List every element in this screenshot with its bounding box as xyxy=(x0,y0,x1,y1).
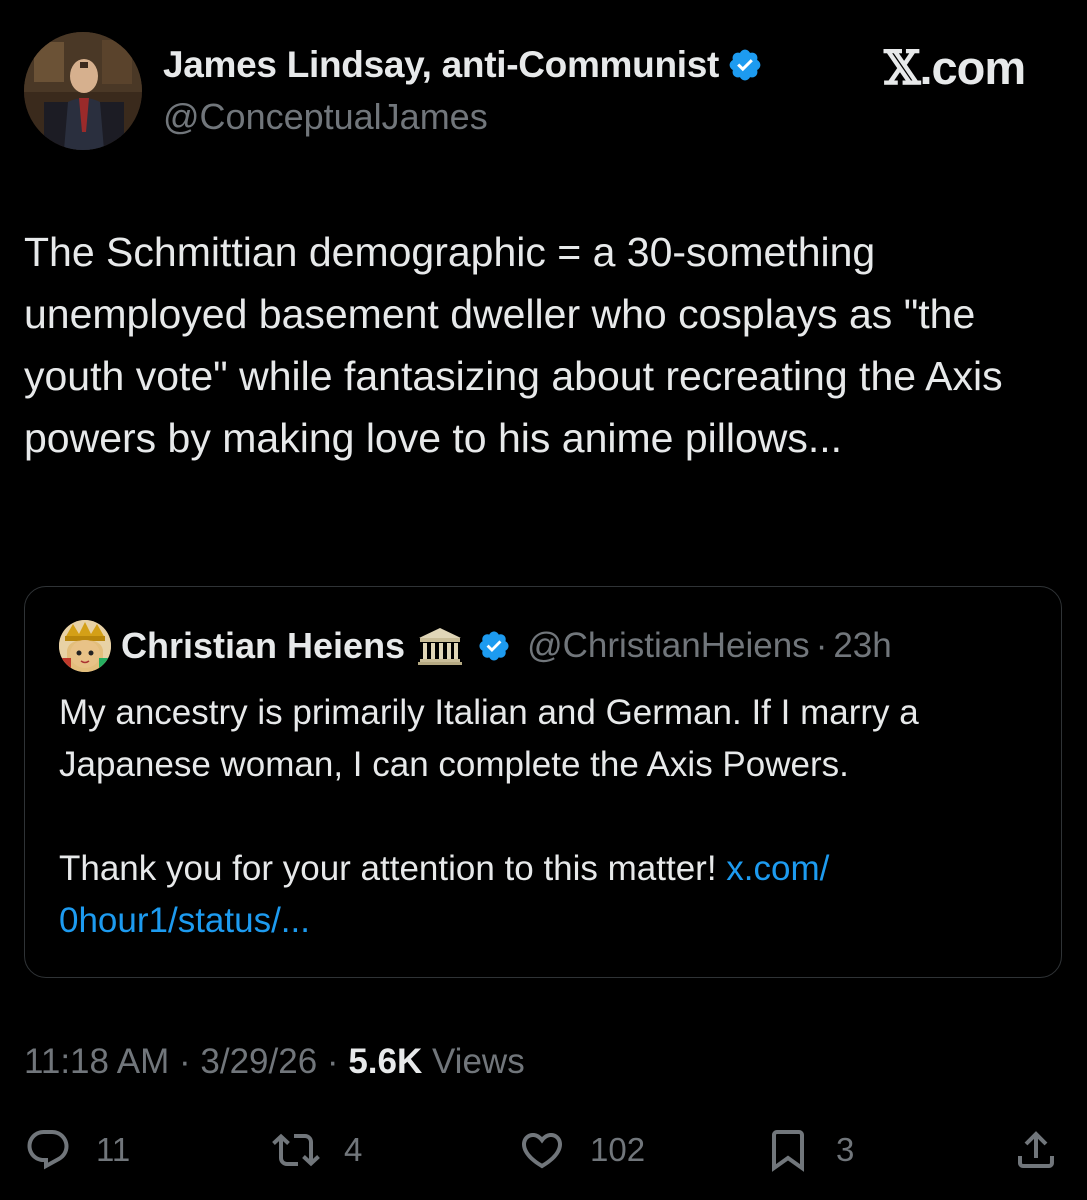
meta-separator-2: · xyxy=(326,1042,339,1081)
bookmark-button[interactable]: 3 xyxy=(764,1126,854,1174)
meta-separator-1: · xyxy=(179,1042,191,1081)
quoted-separator: · xyxy=(815,626,828,665)
x-com-logo: 𝕏.com xyxy=(884,40,1026,96)
author-handle[interactable]: @ConceptualJames xyxy=(163,96,488,138)
share-button[interactable] xyxy=(1012,1126,1060,1174)
author-name-row[interactable]: James Lindsay, anti-Communist xyxy=(163,44,763,86)
like-button[interactable]: 102 xyxy=(518,1126,645,1174)
quoted-text-paragraph-2: Thank you for your attention to this mat… xyxy=(59,843,1039,947)
quoted-author-avatar[interactable] xyxy=(59,620,111,672)
repost-button[interactable]: 4 xyxy=(272,1126,362,1174)
verified-badge-icon xyxy=(729,49,761,81)
views-label: Views xyxy=(422,1042,525,1081)
reply-button[interactable]: 11 xyxy=(24,1126,130,1174)
quoted-link-part-2[interactable]: 0hour1/status/... xyxy=(59,901,310,940)
repost-count: 4 xyxy=(344,1131,363,1168)
quoted-verified-badge-icon xyxy=(479,631,509,661)
quoted-tweet-card[interactable]: Christian Heiens @ChristianHeiens · 23h … xyxy=(24,586,1062,978)
quoted-text-paragraph-1: My ancestry is primarily Italian and Ger… xyxy=(59,693,919,784)
x-logo-icon: 𝕏 xyxy=(884,41,920,96)
share-icon xyxy=(1018,1131,1054,1168)
repost-icon xyxy=(272,1133,320,1167)
tweet-date[interactable]: 3/29/26 xyxy=(200,1042,317,1081)
action-bar: 11 4 102 3 xyxy=(0,1126,1087,1182)
heart-icon xyxy=(521,1133,563,1169)
tweet-meta: 11:18 AM · 3/29/26 · 5.6K Views xyxy=(24,1042,525,1082)
views-count: 5.6K xyxy=(348,1042,423,1081)
author-avatar-image xyxy=(24,32,142,150)
classical-building-emoji-icon xyxy=(418,628,463,665)
bookmark-count: 3 xyxy=(836,1131,855,1168)
author-avatar[interactable] xyxy=(24,32,142,150)
tweet-text: The Schmittian demographic = a 30-someth… xyxy=(24,229,1003,461)
quoted-link-part-1[interactable]: x.com/ xyxy=(726,849,829,888)
x-logo-suffix: .com xyxy=(919,41,1026,94)
quoted-author-display-name[interactable]: Christian Heiens xyxy=(121,625,405,667)
quoted-tweet-text: My ancestry is primarily Italian and Ger… xyxy=(59,687,1039,947)
like-count: 102 xyxy=(590,1131,646,1168)
quoted-tweet-header: Christian Heiens @ChristianHeiens · 23h xyxy=(59,620,892,672)
quoted-timestamp[interactable]: 23h xyxy=(833,626,891,666)
reply-icon xyxy=(27,1130,69,1170)
bookmark-icon xyxy=(772,1130,804,1172)
reply-count: 11 xyxy=(96,1131,131,1168)
quoted-author-handle[interactable]: @ChristianHeiens xyxy=(527,626,810,666)
quoted-text-line: Thank you for your attention to this mat… xyxy=(59,849,727,888)
author-display-name[interactable]: James Lindsay, anti-Communist xyxy=(163,44,719,86)
tweet-time[interactable]: 11:18 AM xyxy=(24,1042,169,1081)
quoted-avatar-image xyxy=(59,620,111,672)
